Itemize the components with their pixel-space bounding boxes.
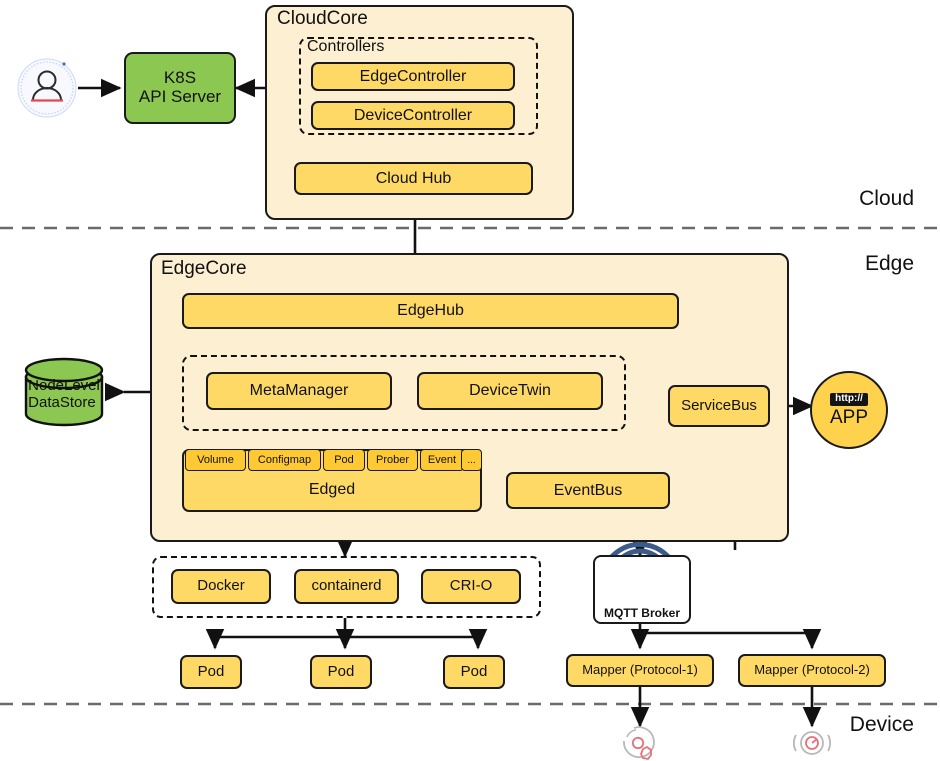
pod-box-2[interactable]: Pod xyxy=(310,655,372,689)
pod-box-1[interactable]: Pod xyxy=(180,655,242,689)
http-badge: http:// xyxy=(830,393,868,406)
zone-label-edge: Edge xyxy=(864,252,914,275)
app-label: APP xyxy=(829,407,869,428)
device-sensor-icon xyxy=(623,726,655,760)
edgecontroller-box[interactable]: EdgeController xyxy=(311,62,515,91)
edged-module-prober[interactable]: Prober xyxy=(367,449,418,471)
servicebus-box[interactable]: ServiceBus xyxy=(668,385,770,427)
app-circle[interactable]: http:// APP xyxy=(810,371,888,449)
zone-label-device: Device xyxy=(849,713,914,736)
devicecontroller-box[interactable]: DeviceController xyxy=(311,101,515,130)
mapper-protocol-1-box[interactable]: Mapper (Protocol-1) xyxy=(566,654,714,687)
edged-module-pod[interactable]: Pod xyxy=(323,449,365,471)
edgehub-box[interactable]: EdgeHub xyxy=(182,293,679,329)
mapper-protocol-2-box[interactable]: Mapper (Protocol-2) xyxy=(738,654,886,687)
cloud-hub-box[interactable]: Cloud Hub xyxy=(294,162,533,195)
edged-module-configmap[interactable]: Configmap xyxy=(248,449,321,471)
arrow-runtime-branch-left xyxy=(205,628,345,650)
edged-module-more[interactable]: ... xyxy=(461,449,482,471)
diagram-canvas: Cloud Edge Device K8S API Server CloudCo… xyxy=(0,0,940,761)
arrow-mqtt-branch-right xyxy=(640,628,822,650)
mqtt-broker-node[interactable]: MQTT Broker xyxy=(593,555,691,624)
controllers-label: Controllers xyxy=(307,38,385,55)
metamanager-box[interactable]: MetaManager xyxy=(206,372,392,410)
cloudcore-label: CloudCore xyxy=(277,8,368,29)
runtime-docker-box[interactable]: Docker xyxy=(171,569,271,604)
devicetwin-box[interactable]: DeviceTwin xyxy=(417,372,603,410)
edged-module-event[interactable]: Event xyxy=(420,449,464,471)
edgecore-label: EdgeCore xyxy=(161,258,247,279)
arrow-runtime-branch-right xyxy=(345,628,488,650)
runtime-crio-box[interactable]: CRI-O xyxy=(421,569,521,604)
user-avatar-icon xyxy=(17,58,77,118)
eventbus-box[interactable]: EventBus xyxy=(506,472,670,509)
device-gauge-icon xyxy=(792,731,832,755)
nodelevel-datastore-label: NodeLevel DataStore xyxy=(28,376,100,411)
k8s-api-server-node[interactable]: K8S API Server xyxy=(124,52,236,124)
runtime-containerd-box[interactable]: containerd xyxy=(294,569,399,604)
pod-box-3[interactable]: Pod xyxy=(443,655,505,689)
zone-label-cloud: Cloud xyxy=(859,187,914,210)
edged-module-volume[interactable]: Volume xyxy=(185,449,246,471)
mqtt-broker-label: MQTT Broker xyxy=(603,606,680,620)
